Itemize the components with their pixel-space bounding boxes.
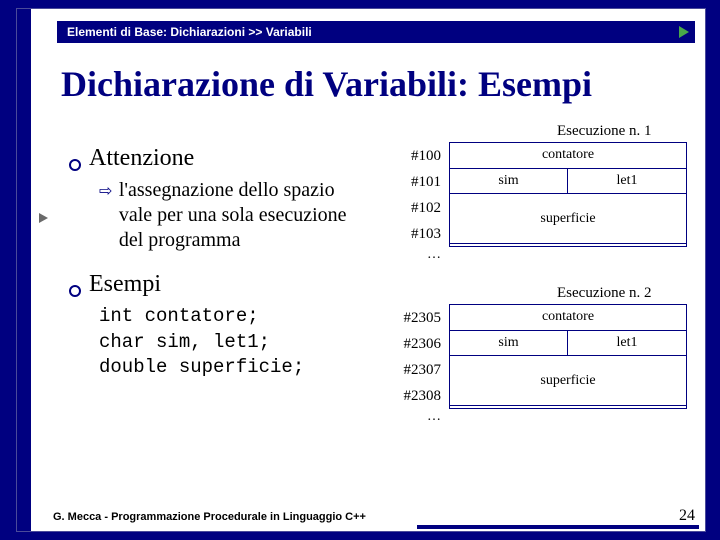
slide-title: Dichiarazione di Variabili: Esempi xyxy=(61,63,592,105)
exec2-title: Esecuzione n. 2 xyxy=(557,285,652,302)
code-line: double superficie; xyxy=(99,355,369,381)
superficie-box-2: superficie xyxy=(449,355,687,406)
left-decoration xyxy=(17,9,31,531)
addr-cell: #2307 xyxy=(389,357,449,383)
dots: … xyxy=(389,247,449,265)
bullet-icon xyxy=(69,285,81,297)
table-row: #100 contatore xyxy=(389,143,687,169)
bullet-icon xyxy=(69,159,81,171)
arrow-icon: ⇨ xyxy=(99,181,112,201)
code-block: int contatore; char sim, let1; double su… xyxy=(99,304,369,381)
table-row: #2305 contatore xyxy=(389,305,687,331)
mem-cell: sim xyxy=(450,169,568,194)
next-icon[interactable] xyxy=(679,26,689,38)
sub-text: l'assegnazione dello spazio vale per una… xyxy=(119,178,359,253)
breadcrumb: Elementi di Base: Dichiarazioni >> Varia… xyxy=(67,25,312,39)
slide: Elementi di Base: Dichiarazioni >> Varia… xyxy=(16,8,706,532)
dots: … xyxy=(389,409,449,427)
mem-cell: let1 xyxy=(568,169,686,194)
addr-cell: #102 xyxy=(389,195,449,221)
bullet-esempi: Esempi xyxy=(69,271,369,298)
bullet-attenzione: Attenzione xyxy=(69,145,369,172)
exec1-title: Esecuzione n. 1 xyxy=(557,123,652,140)
mem-cell: let1 xyxy=(568,331,686,356)
side-arrow-icon xyxy=(39,213,48,223)
addr-cell: #100 xyxy=(389,143,449,169)
table-row: … xyxy=(389,409,687,427)
addr-cell: #2308 xyxy=(389,383,449,409)
bullet-label: Esempi xyxy=(89,271,161,298)
table-row: #101 sim let1 xyxy=(389,169,687,195)
code-line: char sim, let1; xyxy=(99,330,369,356)
header-bar: Elementi di Base: Dichiarazioni >> Varia… xyxy=(57,21,695,43)
table-row: #2306 sim let1 xyxy=(389,331,687,357)
bottom-decoration xyxy=(417,525,699,529)
addr-cell: #103 xyxy=(389,221,449,247)
content-left: Attenzione ⇨ l'assegnazione dello spazio… xyxy=(69,145,369,381)
table-row: … xyxy=(389,247,687,265)
addr-cell: #2306 xyxy=(389,331,449,357)
page-number: 24 xyxy=(679,507,695,525)
superficie-box-1: superficie xyxy=(449,193,687,244)
footer: G. Mecca - Programmazione Procedurale in… xyxy=(53,511,366,523)
mem-cell: contatore xyxy=(450,143,686,168)
addr-cell: #101 xyxy=(389,169,449,195)
mem-cell: contatore xyxy=(450,305,686,330)
sub-bullet: ⇨ l'assegnazione dello spazio vale per u… xyxy=(99,178,369,253)
bullet-label: Attenzione xyxy=(89,145,194,172)
mem-cell: sim xyxy=(450,331,568,356)
addr-cell: #2305 xyxy=(389,305,449,331)
code-line: int contatore; xyxy=(99,304,369,330)
